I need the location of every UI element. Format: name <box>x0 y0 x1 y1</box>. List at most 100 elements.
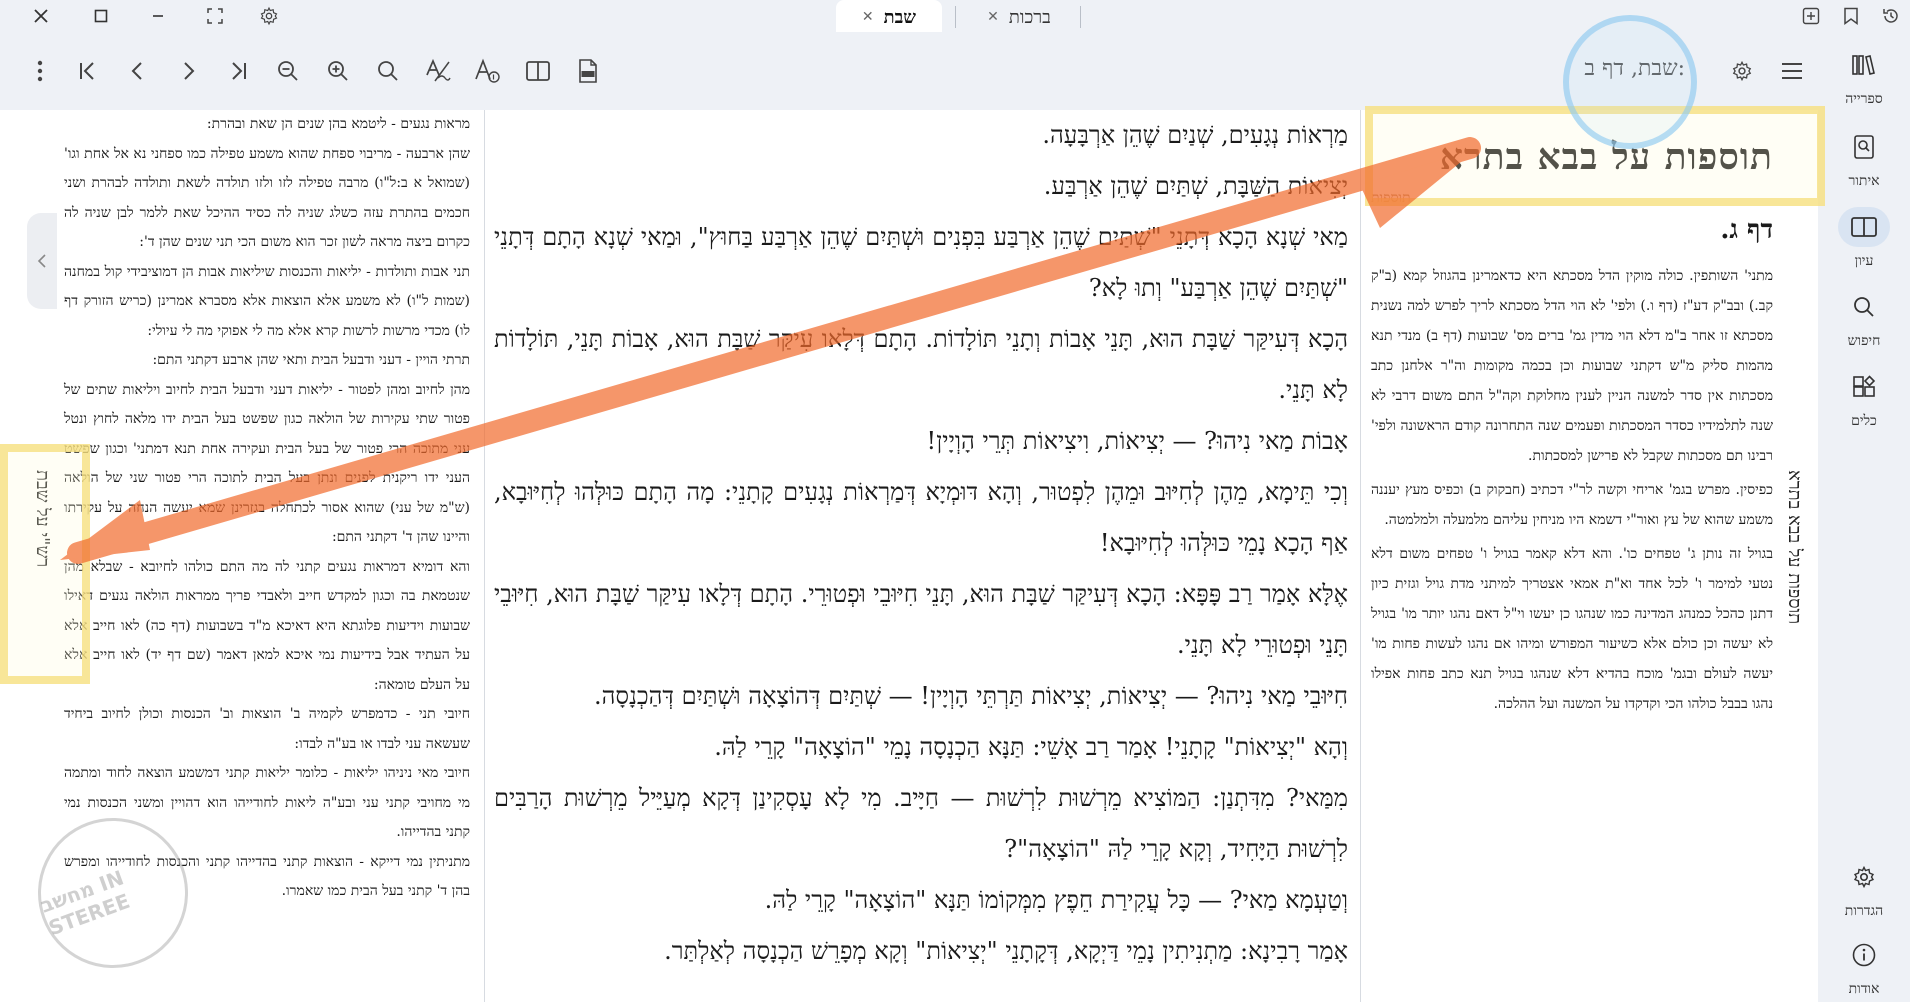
zoom-out-button[interactable] <box>268 51 308 91</box>
navigation-sidebar: ספרייה איתור עיון חיפוש כלים הגדרות אודו… <box>1818 32 1910 1002</box>
tab-label: ברכות <box>1008 6 1051 28</box>
library-icon <box>1852 54 1875 75</box>
gear-icon <box>260 6 278 26</box>
more-vertical-icon <box>37 60 43 82</box>
zoom-out-icon <box>278 61 298 81</box>
text-paragraph[interactable]: הָכָא דְּעִיקַּר שַׁבָּת הוּא, תָּנֵי אָ… <box>494 314 1348 416</box>
minimize-window-button[interactable] <box>145 3 171 29</box>
commentary-paragraph: מראות נגעים - ליטמא בהן שנים הן שאת ובהר… <box>206 116 470 132</box>
first-page-button[interactable] <box>68 51 108 91</box>
add-tab-icon <box>1802 7 1820 25</box>
fullscreen-icon <box>207 8 223 24</box>
sidebar-item-locate[interactable]: איתור <box>1824 122 1904 194</box>
gear-icon <box>1732 60 1752 82</box>
chevron-left-icon <box>131 62 142 80</box>
maximize-window-button[interactable] <box>88 3 114 29</box>
nikud-icon <box>426 58 451 82</box>
pane-vertical-label-right[interactable]: תוספות על בבא בתרא <box>1783 470 1805 624</box>
more-options-button[interactable] <box>20 51 60 91</box>
text-paragraph[interactable]: מַאי שְׁנָא הָכָא דְּתָנֵי "שְׁתַּיִם שֶ… <box>494 212 1348 314</box>
commentary-paragraph: תרתי הויין - דעני ודבעל הבית ותאי שהן אר… <box>152 352 470 368</box>
collapse-pane-handle[interactable] <box>27 213 57 309</box>
sidebar-item-label: איתור <box>1848 172 1880 189</box>
zoom-in-button[interactable] <box>318 51 358 91</box>
sidebar-item-label: הגדרות <box>1844 902 1884 919</box>
nikud-toggle-button[interactable] <box>418 51 458 91</box>
text-paragraph[interactable]: מִמַּאי? מִדִּתְנַן: הַמּוֹצִיא מֵרְשׁוּ… <box>494 773 1348 875</box>
tab-shabbat[interactable]: ✕ שבת <box>836 0 942 34</box>
text-paragraph[interactable]: וְהָא "יְצִיאוֹת" קָתָנֵי! אָמַר רַב אָש… <box>494 722 1348 773</box>
sidebar-item-library[interactable]: ספרייה <box>1824 40 1904 112</box>
bookmark-icon <box>1844 7 1858 25</box>
commentary-paragraph: חיובי תני - כדמפרש לקמיה ב' הוצאות וב' ה… <box>64 706 470 752</box>
reader-toolbar: שבת, דף ב: <box>0 32 1818 110</box>
sidebar-item-study[interactable]: עיון <box>1824 202 1904 274</box>
reader-settings-button[interactable] <box>1722 51 1762 91</box>
locate-icon <box>1854 134 1874 159</box>
book-open-icon <box>1851 216 1877 237</box>
first-page-icon <box>80 62 94 80</box>
tab-close-icon[interactable]: ✕ <box>987 9 999 25</box>
commentary-paragraph: שהן ארבעה - מריבוי ספחת שהוא משמע טפילה … <box>64 145 470 251</box>
history-button[interactable] <box>1878 3 1904 29</box>
font-icon <box>475 58 500 83</box>
commentary-paragraph: מהן לחיוב ומהן לפטור - יליאות דעני ודבעל… <box>64 381 470 546</box>
text-paragraph[interactable]: אָמַר רָבִינָא: מַתְנִיתִין נָמֵי דַּיְק… <box>494 926 1348 977</box>
close-window-button[interactable] <box>28 3 54 29</box>
next-page-button[interactable] <box>168 51 208 91</box>
zoom-in-icon <box>328 61 348 81</box>
highlight-circle <box>1563 15 1697 149</box>
search-icon <box>1854 296 1874 317</box>
columns-icon <box>526 61 550 81</box>
tab-berakhot[interactable]: ✕ ברכות <box>966 0 1072 34</box>
chevron-right-icon <box>184 62 195 80</box>
new-tab-button[interactable] <box>1798 3 1824 29</box>
sidebar-item-label: עיון <box>1854 252 1874 269</box>
sidebar-item-label: אודות <box>1848 980 1880 997</box>
pane-divider[interactable] <box>484 110 485 1002</box>
fullscreen-button[interactable] <box>202 3 228 29</box>
text-paragraph[interactable]: אֶלָּא אָמַר רַב פָּפָּא: הָכָא דְּעִיקַ… <box>494 569 1348 671</box>
text-paragraph[interactable]: מַרְאוֹת נְגָעִים, שְׁנַיִם שֶׁהֵן אַרְב… <box>494 110 1348 161</box>
text-paragraph[interactable]: וְכִי תֵּימָא, מֵהֶן לְחִיּוּב וּמֵהֶן ל… <box>494 467 1348 569</box>
commentary-paragraph: והא דומיא דמראות נגעים קתני לה מה התם כו… <box>64 558 470 693</box>
main-text-pane: מַרְאוֹת נְגָעִים, שְׁנַיִם שֶׁהֵן אַרְב… <box>488 110 1356 1002</box>
last-page-button[interactable] <box>218 51 258 91</box>
previous-page-button[interactable] <box>118 51 158 91</box>
sidebar-item-search[interactable]: חיפוש <box>1824 282 1904 354</box>
open-pdf-button[interactable] <box>568 51 608 91</box>
text-paragraph[interactable]: חִיּוּבֵי מַאי נִיהוּ? — יְצִיאוֹת, יְצִ… <box>494 671 1348 722</box>
text-paragraph[interactable]: יְצִיאוֹת הַשַּׁבָּת, שְׁתַּיִם שֶׁהֵן א… <box>494 161 1348 212</box>
tab-separator <box>955 6 956 28</box>
commentary-pane-tosafot: תוספות על בבא בתרא תוספות דף ג. מתני' הש… <box>1363 110 1783 1002</box>
tab-close-icon[interactable]: ✕ <box>862 9 874 25</box>
history-icon <box>1883 9 1898 23</box>
font-settings-button[interactable] <box>468 51 508 91</box>
commentary-paragraph: כפיסין. מפרש בגמ' אריחי וקשה לר"י דכתיב … <box>1371 482 1773 528</box>
menu-button[interactable] <box>1772 51 1812 91</box>
hamburger-menu-icon <box>1782 63 1802 79</box>
sidebar-item-label: ספרייה <box>1845 90 1883 107</box>
pdf-icon <box>579 59 597 83</box>
search-in-text-button[interactable] <box>368 51 408 91</box>
sidebar-item-label: כלים <box>1851 412 1877 429</box>
highlight-box-vertical-label <box>0 444 90 684</box>
split-view-button[interactable] <box>518 51 558 91</box>
sidebar-item-tools[interactable]: כלים <box>1824 362 1904 434</box>
commentary-paragraph: מתני' השותפין. כולה מוקין הדל מסכתא היא … <box>1371 268 1773 464</box>
maximize-icon <box>94 9 108 23</box>
bookmarks-button[interactable] <box>1838 3 1864 29</box>
sidebar-item-settings[interactable]: הגדרות <box>1824 852 1904 924</box>
daf-heading: דף ג. <box>1720 215 1773 245</box>
tab-separator <box>1080 6 1081 28</box>
sidebar-item-about[interactable]: אודות <box>1824 930 1904 1002</box>
tools-icon <box>1853 374 1876 397</box>
info-icon <box>1852 943 1876 966</box>
chevron-left-icon <box>37 254 46 268</box>
pane-divider[interactable] <box>1360 110 1361 1002</box>
tab-label: שבת <box>883 6 917 28</box>
text-paragraph[interactable]: וְטַעְמָא מַאי? — כָּל עֲקִירַת חֵפֶץ מִ… <box>494 875 1348 926</box>
app-settings-button[interactable] <box>256 3 282 29</box>
text-paragraph[interactable]: אָבוֹת מַאי נִיהוּ? — יְצִיאוֹת, וִיצִיא… <box>494 416 1348 467</box>
search-icon <box>378 61 398 81</box>
